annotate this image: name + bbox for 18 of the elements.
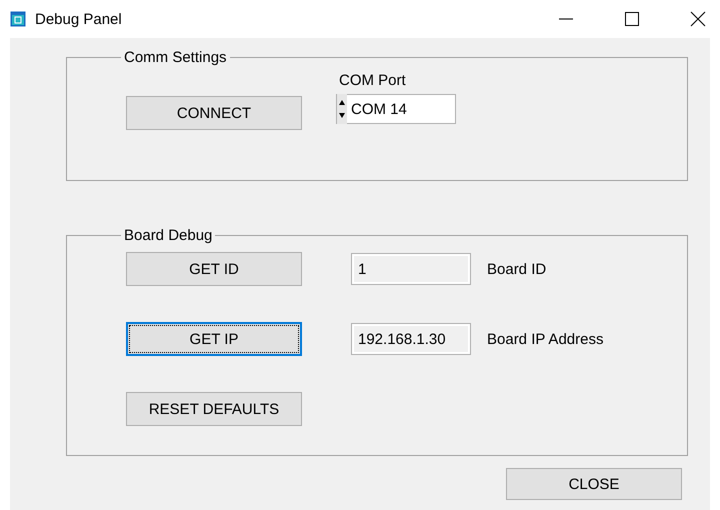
action-button[interactable]: GET IP xyxy=(126,322,302,356)
field-label: Board IP Address xyxy=(486,330,604,348)
group-title: Board Debug xyxy=(123,227,214,244)
readonly-field[interactable]: 192.168.1.30 xyxy=(351,323,471,355)
field-label: Board ID xyxy=(486,260,546,278)
action-button[interactable]: GET ID xyxy=(126,252,302,286)
spin-field[interactable]: COM 14 xyxy=(336,94,456,124)
field-label: COM Port xyxy=(338,72,407,89)
spin-arrows-icon[interactable] xyxy=(337,94,347,124)
maximize-icon[interactable] xyxy=(624,11,640,27)
readonly-field[interactable]: 1 xyxy=(351,253,471,285)
close-icon[interactable] xyxy=(690,11,706,27)
action-button[interactable]: RESET DEFAULTS xyxy=(126,392,302,426)
group-title: Comm Settings xyxy=(123,49,228,66)
app-icon xyxy=(10,11,26,27)
window-title: Debug Panel xyxy=(35,10,122,28)
close-button[interactable]: CLOSE xyxy=(506,468,682,500)
connect-button[interactable]: CONNECT xyxy=(126,96,302,130)
